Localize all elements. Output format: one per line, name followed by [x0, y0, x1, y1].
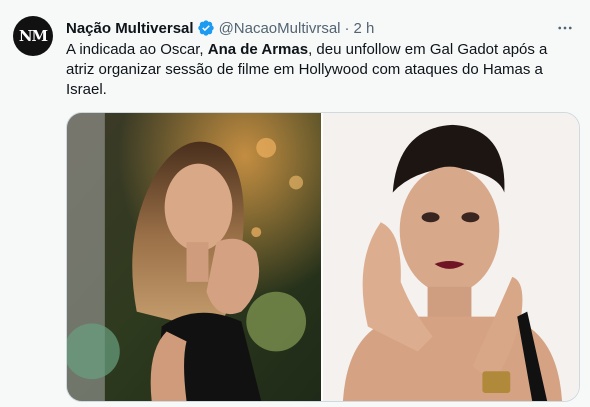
more-options-icon[interactable]: [554, 17, 576, 39]
tweet-time[interactable]: 2 h: [354, 20, 375, 37]
tweet-card[interactable]: NM Nação Multiversal @NacaoMultivrsal · …: [0, 0, 590, 407]
photo-woman-blonde-hair-garden[interactable]: [67, 113, 323, 401]
tweet-header: Nação Multiversal @NacaoMultivrsal · 2 h: [66, 17, 550, 39]
separator-dot: ·: [344, 19, 350, 37]
author-name[interactable]: Nação Multiversal: [66, 20, 194, 37]
tweet-media: [66, 112, 580, 402]
tweet-text-bold: Ana de Armas: [207, 41, 309, 58]
photo-woman-dark-hair-red-lips[interactable]: [323, 113, 579, 401]
verified-badge-icon[interactable]: [197, 19, 215, 37]
author-handle[interactable]: @NacaoMultivrsal: [219, 20, 341, 37]
tweet-text: A indicada ao Oscar, Ana de Armas, deu u…: [66, 40, 571, 100]
tweet-text-before: A indicada ao Oscar,: [66, 41, 208, 58]
avatar[interactable]: NM: [13, 16, 53, 56]
